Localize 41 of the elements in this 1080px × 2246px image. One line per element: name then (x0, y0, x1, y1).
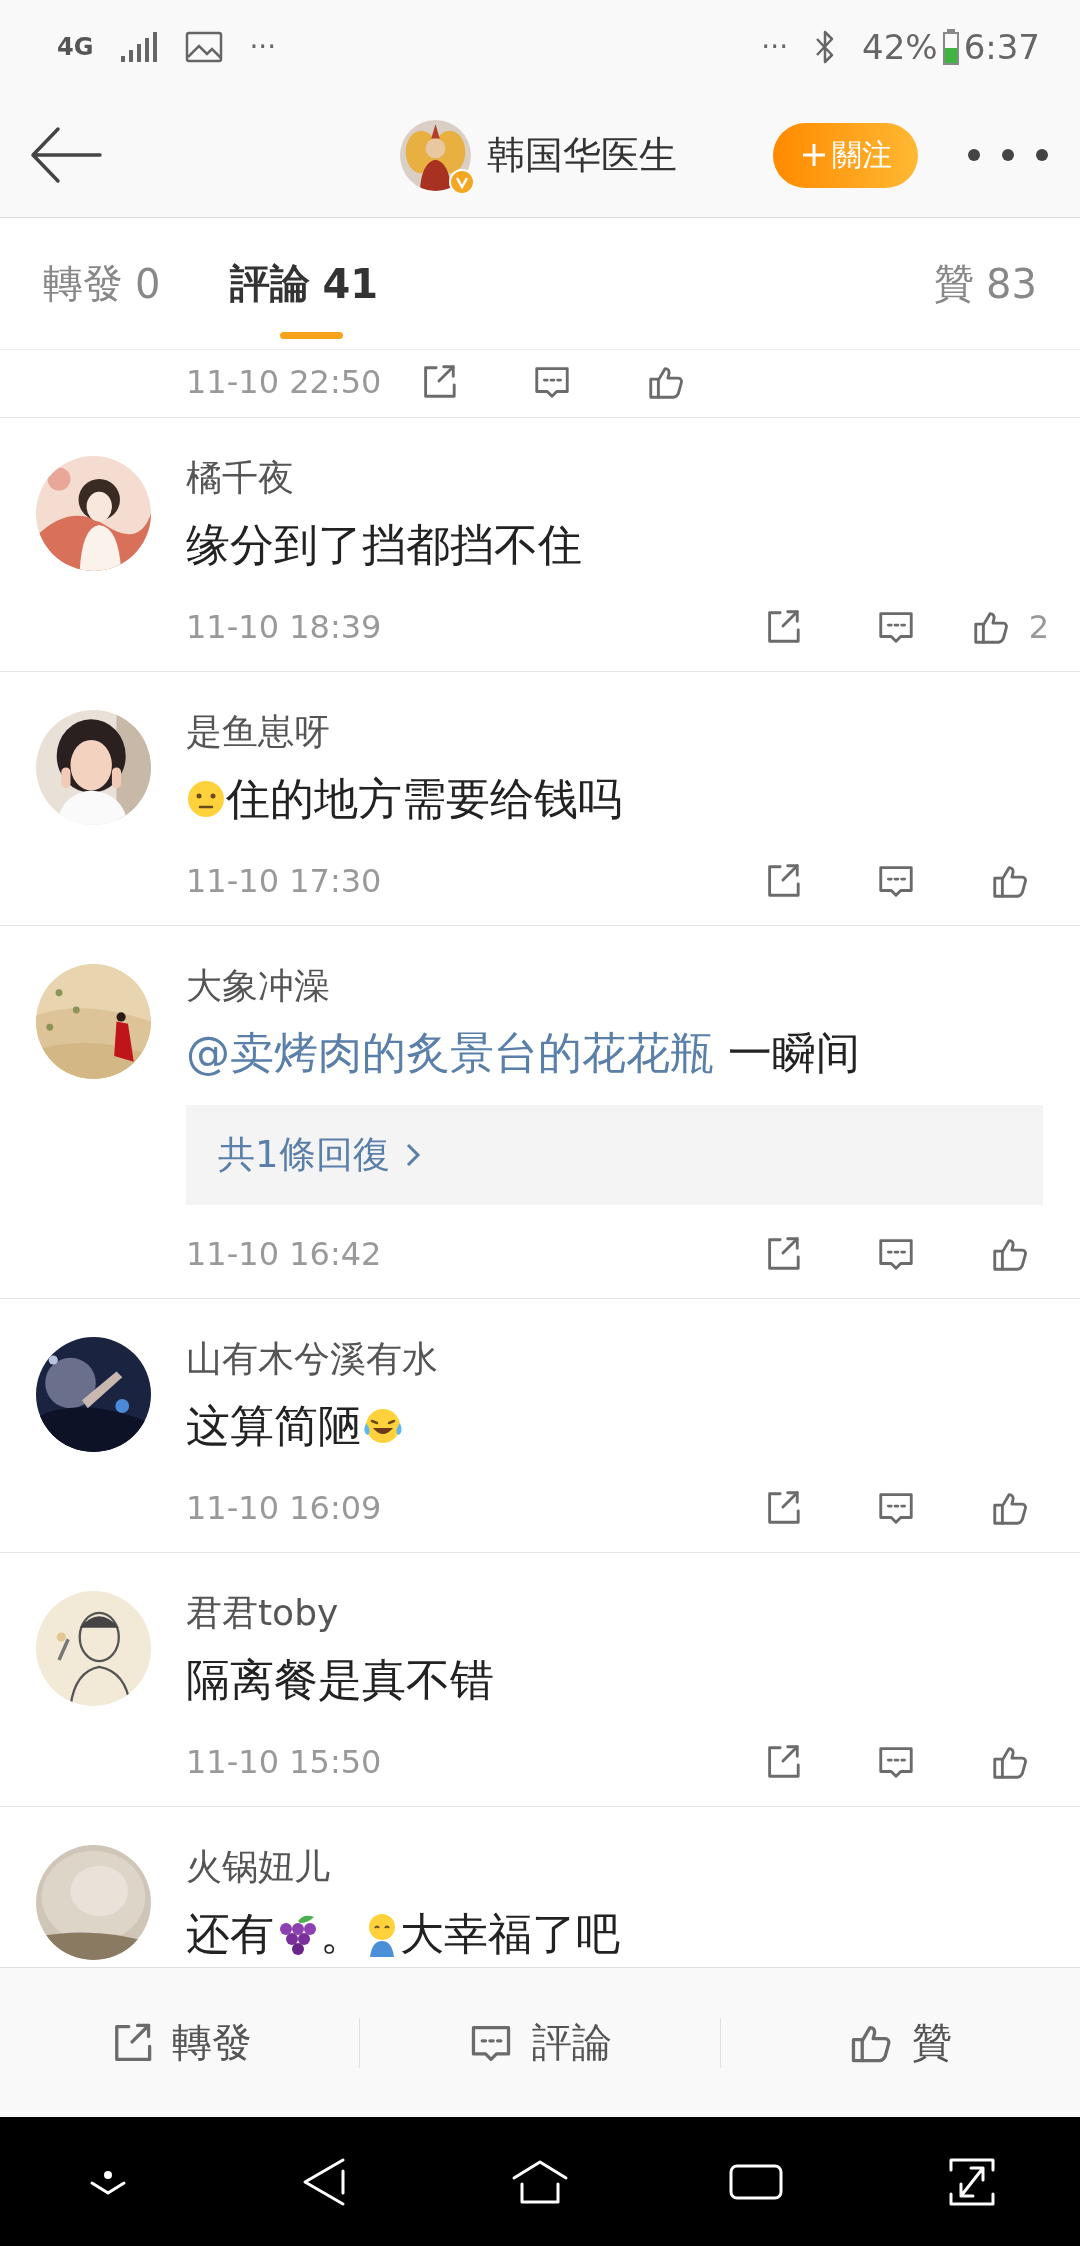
account-name: 韩国华医生 (487, 131, 677, 179)
like-button[interactable]: 贊 (720, 1968, 1080, 2117)
timestamp: 11-10 17:30 (186, 862, 383, 900)
share-button[interactable]: 轉發 (0, 1968, 360, 2117)
comment-text: 还有 (186, 1907, 274, 1961)
user-name[interactable]: 大象冲澡 (186, 960, 1080, 1012)
mention-link[interactable]: @卖烤肉的炙景台的花花瓶 (186, 1020, 714, 1086)
user-name[interactable]: 山有木兮溪有水 (186, 1333, 1080, 1385)
more-notifications: ··· (761, 30, 789, 63)
signal-icon (119, 29, 160, 64)
user-name[interactable]: 火锅妞儿 (186, 1841, 1080, 1893)
comment-text: 这算简陋 (186, 1399, 362, 1453)
tab[interactable]: 贊 83 (934, 218, 1037, 349)
clock: 6:37 (963, 26, 1040, 67)
network-type: 4G (57, 32, 94, 61)
comment-text: 隔离餐是真不错 (186, 1653, 494, 1707)
timestamp: 11-10 18:39 (186, 608, 383, 646)
user-name[interactable]: 橘千夜 (186, 452, 1080, 504)
comment-text: 大幸福了吧 (400, 1907, 620, 1961)
comment-text: 住的地方需要给钱吗 (226, 772, 622, 826)
timestamp: 11-10 16:42 (186, 1235, 383, 1273)
image-icon (185, 30, 224, 63)
timestamp: 11-10 15:50 (186, 1743, 383, 1781)
battery-icon (941, 27, 960, 66)
more-notifications: ··· (249, 30, 277, 63)
timestamp: 11-10 22:50 (186, 363, 382, 401)
tab[interactable]: 轉發 0 (43, 218, 161, 349)
smiley-icon (186, 779, 226, 819)
replies-link[interactable]: 共1條回復 (186, 1105, 1043, 1205)
timestamp: 11-10 16:09 (186, 1489, 383, 1527)
back-icon[interactable] (301, 2156, 347, 2207)
user-name[interactable]: 是鱼崽呀 (186, 706, 1080, 758)
comment-text: 一瞬间 (728, 1026, 860, 1080)
comment-text: 缘分到了挡都挡不住 (186, 518, 582, 572)
comment-text: 。 (320, 1907, 364, 1961)
user-name[interactable]: 君君toby (186, 1587, 1080, 1639)
more-icon[interactable] (966, 147, 1050, 163)
battery-percent: 42% (862, 26, 938, 67)
tab[interactable]: 評論 41 (230, 218, 379, 349)
back-arrow-icon[interactable] (30, 125, 102, 185)
comment-button[interactable]: 評論 (360, 1968, 720, 2117)
